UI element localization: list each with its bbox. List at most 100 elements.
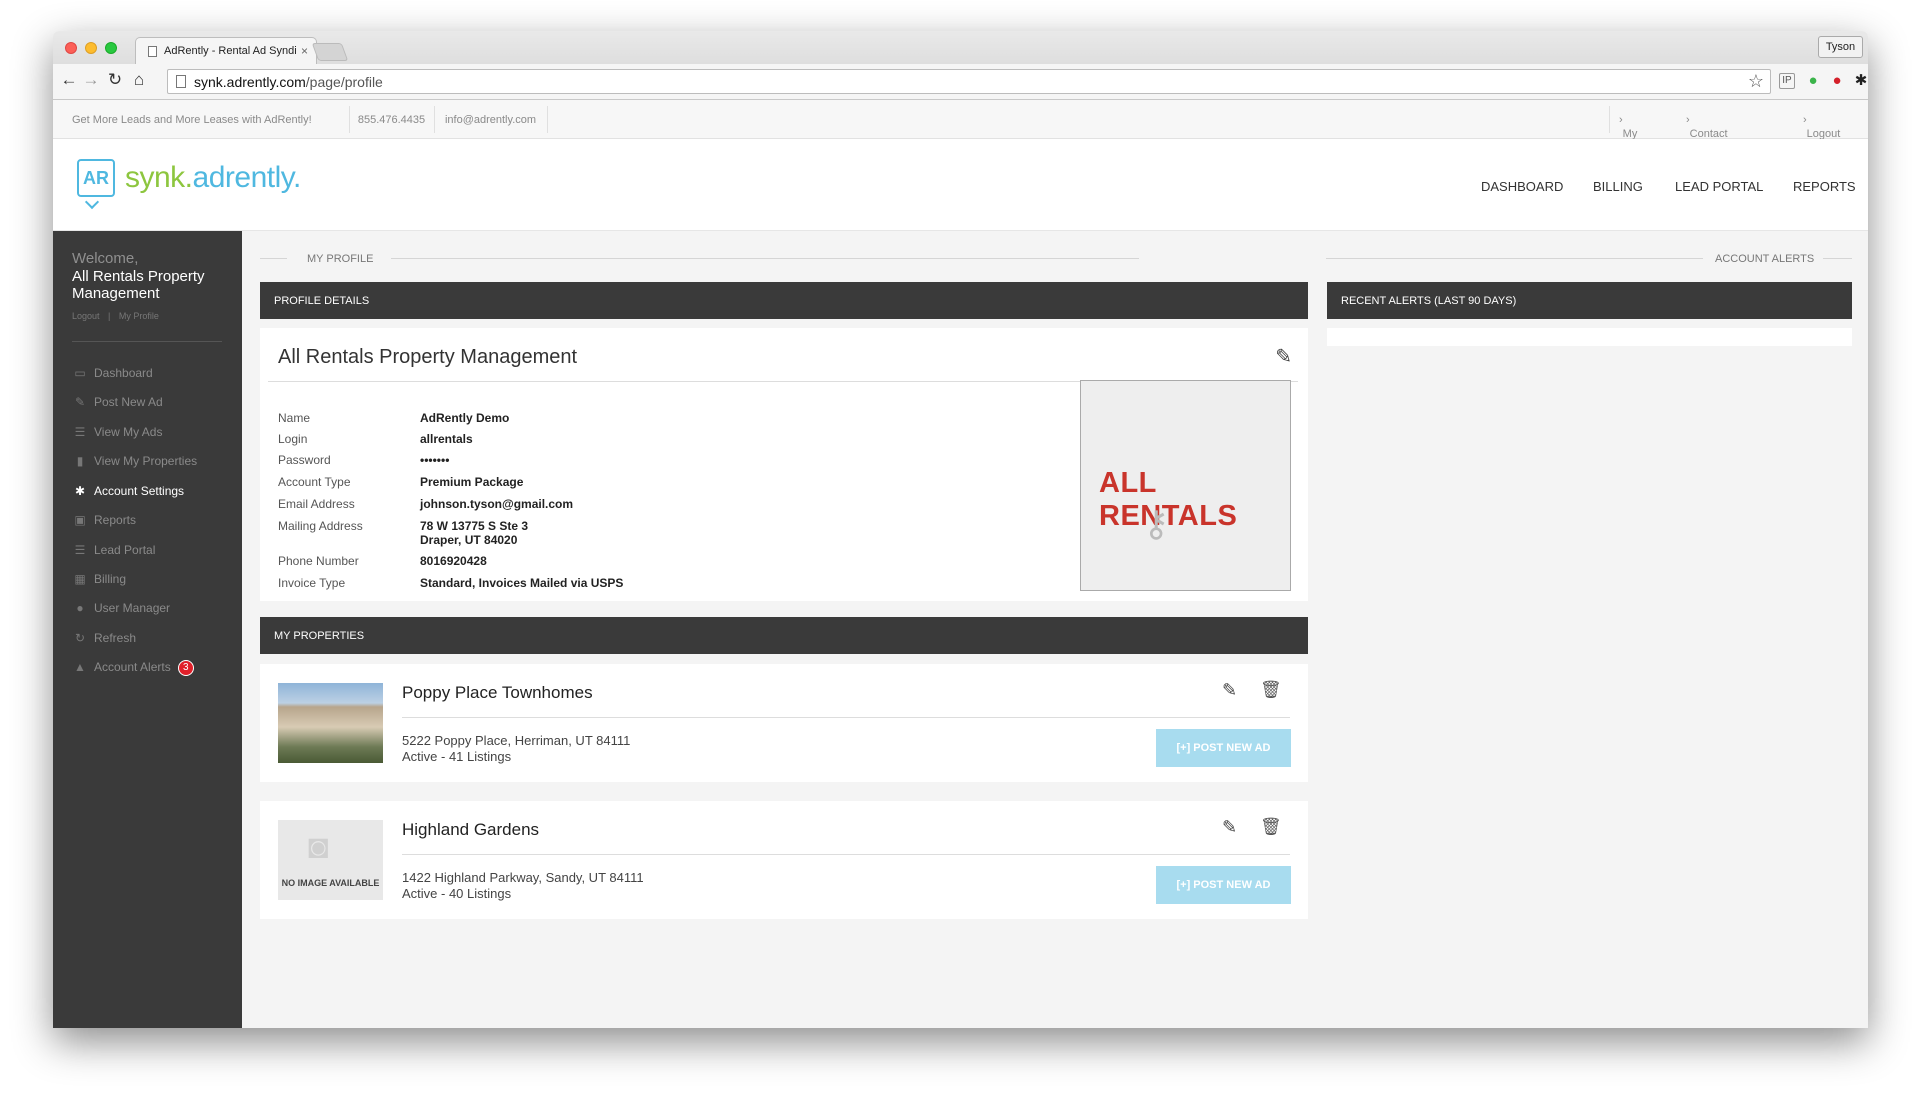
- tagline: Get More Leads and More Leases with AdRe…: [72, 114, 312, 126]
- property-status: Active - 40 Listings: [402, 886, 512, 901]
- settings-extension-icon[interactable]: ✱: [1851, 71, 1868, 91]
- topbar-link-my-profile[interactable]: › My Profile: [1619, 114, 1654, 152]
- topbar-link-contact[interactable]: › Contact AdRently: [1686, 114, 1734, 152]
- browser-tab[interactable]: AdRently - Rental Ad Syndi ×: [135, 37, 317, 64]
- logo-text: synk.adrently.: [125, 161, 301, 194]
- green-extension-icon[interactable]: ●: [1803, 71, 1823, 91]
- gear-icon: ✱: [74, 484, 86, 498]
- sidebar-item-billing[interactable]: ▦ Billing: [72, 569, 126, 589]
- phone-number: 855.476.4435: [357, 114, 426, 126]
- field-label-invoice-type: Invoice Type: [278, 576, 346, 590]
- pinterest-icon[interactable]: ●: [1827, 71, 1847, 91]
- sidebar-item-view-my-ads[interactable]: ☰ View My Ads: [72, 422, 163, 442]
- field-label-email: Email Address: [278, 497, 355, 511]
- refresh-icon: ↻: [74, 631, 86, 645]
- property-photo[interactable]: [278, 683, 383, 763]
- field-label-phone: Phone Number: [278, 554, 359, 568]
- property-status: Active - 41 Listings: [402, 749, 512, 764]
- recent-alerts-list: [1327, 328, 1852, 346]
- sidebar-item-user-manager[interactable]: ● User Manager: [72, 598, 170, 618]
- property-card: Poppy Place Townhomes ✎ 🗑 5222 Poppy Pla…: [260, 664, 1308, 782]
- no-image-label: NO IMAGE AVAILABLE: [281, 878, 380, 888]
- my-profile-section-label: MY PROFILE: [307, 253, 374, 265]
- field-value-phone: 8016920428: [420, 554, 487, 568]
- logo-mark: AR: [77, 159, 115, 197]
- edit-property-pencil-icon[interactable]: ✎: [1222, 680, 1237, 701]
- list-icon: ☰: [74, 543, 86, 557]
- nav-reports[interactable]: REPORTS: [1793, 179, 1856, 194]
- users-icon: ●: [76, 601, 84, 615]
- url-host: synk.adrently.com: [194, 74, 306, 90]
- profile-details-card: All Rentals Property Management ✎ Name A…: [260, 328, 1308, 601]
- page-icon: [148, 46, 157, 57]
- sidebar-item-lead-portal[interactable]: ☰ Lead Portal: [72, 540, 156, 560]
- property-photo-placeholder[interactable]: ◙ NO IMAGE AVAILABLE: [278, 820, 383, 900]
- field-value-login: allrentals: [420, 432, 473, 446]
- list-icon: ☰: [74, 425, 86, 439]
- bookmark-star-icon[interactable]: ☆: [1748, 71, 1764, 92]
- maximize-window-button[interactable]: [105, 42, 117, 54]
- field-value-account-type: Premium Package: [420, 475, 524, 489]
- tab-close-icon[interactable]: ×: [301, 44, 308, 58]
- sidebar-item-post-new-ad[interactable]: ✎ Post New Ad: [72, 392, 163, 412]
- sidebar-logout-link[interactable]: Logout: [72, 311, 100, 321]
- sidebar-item-dashboard[interactable]: ▭ Dashboard: [72, 363, 152, 383]
- sidebar: Welcome, All Rentals Property Management…: [53, 231, 242, 1028]
- property-card: ◙ NO IMAGE AVAILABLE Highland Gardens ✎ …: [260, 801, 1308, 919]
- sidebar-item-reports[interactable]: ▣ Reports: [72, 510, 136, 530]
- field-label-password: Password: [278, 453, 331, 467]
- new-tab-button[interactable]: [311, 43, 349, 61]
- browser-toolbar: ← → ↻ ⌂ synk.adrently.com/page/profile ☆…: [53, 64, 1868, 100]
- property-name[interactable]: Poppy Place Townhomes: [402, 683, 593, 703]
- field-value-name: AdRently Demo: [420, 411, 510, 425]
- nav-dashboard[interactable]: DASHBOARD: [1481, 179, 1563, 194]
- property-address: 1422 Highland Parkway, Sandy, UT 84111: [402, 870, 644, 885]
- page-info-icon: [176, 75, 186, 88]
- sidebar-item-account-settings[interactable]: ✱ Account Settings: [72, 481, 184, 501]
- reload-icon[interactable]: ↻: [105, 70, 125, 90]
- my-properties-bar: MY PROPERTIES: [260, 617, 1308, 654]
- sidebar-my-profile-link[interactable]: My Profile: [119, 311, 159, 321]
- address-bar[interactable]: synk.adrently.com/page/profile ☆: [167, 69, 1771, 94]
- nav-lead-portal[interactable]: LEAD PORTAL: [1675, 179, 1763, 194]
- edit-profile-pencil-icon[interactable]: ✎: [1275, 344, 1292, 369]
- top-info-bar: Get More Leads and More Leases with AdRe…: [53, 100, 1868, 152]
- field-label-mailing-address: Mailing Address: [278, 519, 363, 533]
- tab-title: AdRently - Rental Ad Syndi: [164, 45, 297, 57]
- warning-icon: ▲: [74, 660, 86, 674]
- field-label-account-type: Account Type: [278, 475, 351, 489]
- forward-arrow-icon[interactable]: →: [81, 70, 101, 90]
- url-path: /page/profile: [305, 74, 383, 90]
- nav-billing[interactable]: BILLING: [1593, 179, 1643, 194]
- sidebar-user-links: Logout | My Profile: [72, 311, 159, 321]
- edit-property-pencil-icon[interactable]: ✎: [1222, 817, 1237, 838]
- sidebar-item-view-my-properties[interactable]: ▮ View My Properties: [72, 451, 197, 471]
- back-arrow-icon[interactable]: ←: [59, 70, 79, 90]
- topbar-link-logout[interactable]: › Logout: [1803, 114, 1840, 140]
- account-alerts-section-label: ACCOUNT ALERTS: [1703, 253, 1827, 265]
- post-new-ad-button[interactable]: [+] POST NEW AD: [1156, 866, 1291, 904]
- keys-icon: ⚷: [1143, 503, 1170, 544]
- sidebar-item-refresh[interactable]: ↻ Refresh: [72, 628, 136, 648]
- site-header: AR synk.adrently. DASHBOARD BILLING LEAD…: [53, 139, 1868, 231]
- calendar-icon: ▦: [74, 572, 86, 586]
- close-window-button[interactable]: [65, 42, 77, 54]
- home-icon[interactable]: ⌂: [129, 70, 149, 90]
- welcome-company: All Rentals Property Management: [72, 268, 205, 302]
- delete-property-trash-icon[interactable]: 🗑: [1260, 817, 1282, 837]
- ip-extension-icon[interactable]: IP: [1779, 73, 1795, 89]
- property-name[interactable]: Highland Gardens: [402, 820, 539, 840]
- delete-property-trash-icon[interactable]: 🗑: [1260, 680, 1282, 700]
- field-value-mailing-address-line2: Draper, UT 84020: [420, 533, 518, 547]
- title-bar: AdRently - Rental Ad Syndi × Tyson: [53, 31, 1868, 64]
- recent-alerts-bar: RECENT ALERTS (LAST 90 DAYS): [1327, 282, 1852, 319]
- alerts-count-badge: 3: [177, 659, 194, 676]
- profile-user-button[interactable]: Tyson: [1818, 36, 1863, 58]
- company-logo-image: ALL RENTALS ⚷: [1080, 380, 1291, 591]
- post-new-ad-button[interactable]: [+] POST NEW AD: [1156, 729, 1291, 767]
- sidebar-item-account-alerts[interactable]: ▲ Account Alerts 3: [72, 657, 194, 677]
- bar-chart-icon: ▮: [76, 454, 84, 468]
- field-value-password: •••••••: [420, 453, 450, 467]
- field-label-login: Login: [278, 432, 308, 446]
- minimize-window-button[interactable]: [85, 42, 97, 54]
